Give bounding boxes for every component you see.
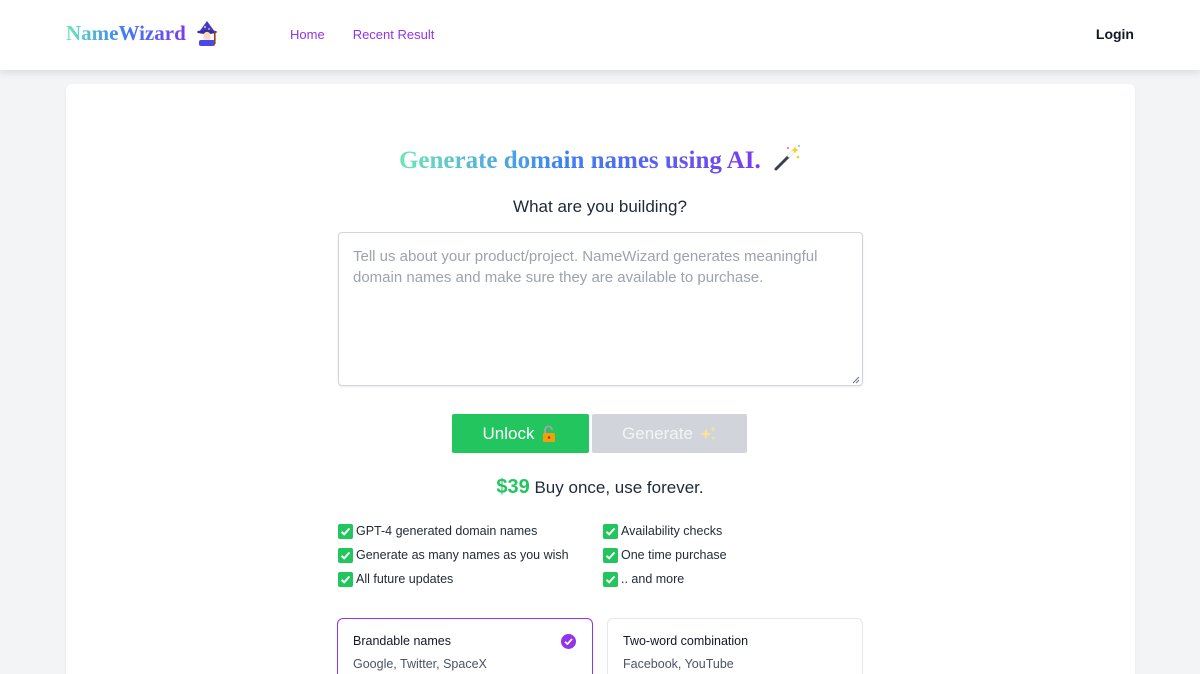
- check-mark-icon: [603, 571, 618, 587]
- feature-item: One time purchase: [603, 546, 868, 564]
- feature-item: Generate as many names as you wish: [338, 546, 603, 564]
- pricing-line: $39 Buy once, use forever.: [0, 476, 1200, 499]
- project-description-input[interactable]: [338, 232, 863, 386]
- feature-list: GPT-4 generated domain names Availabilit…: [338, 522, 868, 588]
- login-link[interactable]: Login: [1096, 26, 1134, 42]
- feature-label: .. and more: [621, 572, 685, 586]
- name-style-option-brandable[interactable]: Brandable names Google, Twitter, SpaceX: [337, 618, 593, 674]
- feature-label: One time purchase: [621, 548, 727, 562]
- sparkles-icon: [699, 425, 716, 440]
- resize-handle-icon[interactable]: [852, 376, 860, 384]
- name-style-title: Brandable names: [353, 634, 451, 648]
- wizard-icon: [196, 21, 217, 46]
- feature-item: GPT-4 generated domain names: [338, 522, 603, 540]
- name-style-examples: Google, Twitter, SpaceX: [353, 657, 487, 671]
- feature-label: GPT-4 generated domain names: [356, 524, 538, 538]
- check-mark-icon: [603, 547, 618, 563]
- feature-item: All future updates: [338, 570, 603, 588]
- page-title-text: Generate domain names using AI.: [398, 147, 761, 174]
- generate-button[interactable]: Generate: [592, 414, 747, 453]
- feature-item: Availability checks: [603, 522, 868, 540]
- name-style-examples: Facebook, YouTube: [623, 657, 734, 671]
- check-mark-icon: [338, 523, 353, 539]
- check-mark-icon: [338, 547, 353, 563]
- unlock-button[interactable]: Unlock: [452, 414, 589, 453]
- feature-label: Generate as many names as you wish: [356, 548, 569, 562]
- nav-recent-result-link[interactable]: Recent Result: [353, 27, 435, 42]
- name-style-title: Two-word combination: [623, 634, 749, 648]
- unlocked-padlock-icon: [543, 425, 556, 442]
- selected-check-icon: [561, 634, 576, 649]
- building-prompt-label: What are you building?: [513, 197, 687, 216]
- price-tagline: Buy once, use forever.: [534, 478, 704, 497]
- generate-button-label: Generate: [622, 423, 693, 443]
- magic-wand-icon: [774, 145, 800, 171]
- feature-item: .. and more: [603, 570, 868, 588]
- check-mark-icon: [338, 571, 353, 587]
- page-title: Generate domain names using AI.: [0, 144, 1200, 175]
- name-style-option-two-word[interactable]: Two-word combination Facebook, YouTube: [607, 618, 863, 674]
- feature-label: All future updates: [356, 572, 454, 586]
- feature-label: Availability checks: [621, 524, 723, 538]
- nav-home-link[interactable]: Home: [290, 27, 325, 42]
- check-mark-icon: [603, 523, 618, 539]
- price-amount: $39: [496, 476, 530, 498]
- logo-text: NameWizard: [66, 20, 186, 45]
- logo[interactable]: NameWizard: [66, 20, 220, 46]
- unlock-button-label: Unlock: [482, 423, 535, 443]
- top-navbar: NameWizard Home Recent Result Login: [0, 0, 1200, 70]
- main-nav: Home Recent Result: [290, 27, 434, 42]
